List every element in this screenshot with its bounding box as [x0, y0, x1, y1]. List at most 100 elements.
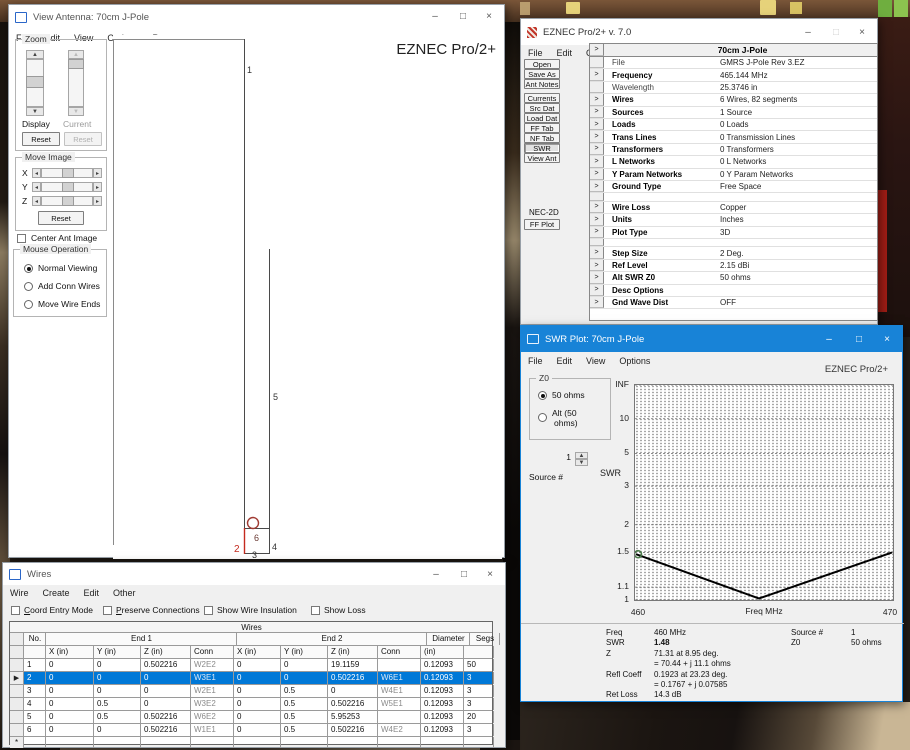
coord-cell[interactable]: 3: [464, 724, 494, 736]
row-selector[interactable]: [10, 724, 24, 736]
coord-cell[interactable]: 50: [464, 659, 494, 671]
conn-cell[interactable]: W2E2: [191, 659, 234, 671]
maximize-icon[interactable]: □: [450, 5, 476, 27]
expand-row-button[interactable]: >: [590, 227, 604, 238]
close-icon[interactable]: ×: [476, 5, 502, 27]
coord-cell[interactable]: 0.502216: [328, 724, 378, 736]
coord-cell[interactable]: 0: [281, 659, 328, 671]
conn-cell[interactable]: W4E1: [378, 685, 421, 697]
coord-cell[interactable]: 0: [234, 711, 281, 723]
coord-cell[interactable]: 0.12093: [421, 659, 464, 671]
conn-cell[interactable]: W5E1: [378, 698, 421, 710]
menu-item-edit[interactable]: Edit: [77, 586, 107, 600]
coord-cell[interactable]: 0.5: [94, 711, 141, 723]
model-table-row[interactable]: >Trans Lines0 Transmission Lines: [590, 131, 877, 143]
load-dat-button[interactable]: Load Dat: [524, 113, 560, 123]
wire-row-6[interactable]: 6000.502216W1E100.50.502216W4E20.120933: [10, 724, 492, 737]
menu-item-file[interactable]: File: [521, 46, 550, 60]
zoom-display-up-icon[interactable]: ▲: [26, 50, 44, 59]
expand-row-button[interactable]: >: [590, 94, 604, 105]
row-selector[interactable]: [10, 685, 24, 697]
zoom-current-up-icon[interactable]: ▲: [68, 50, 84, 59]
move-x-thumb[interactable]: [62, 168, 74, 178]
conn-cell[interactable]: W6E1: [378, 672, 421, 684]
conn-cell[interactable]: W3E1: [191, 672, 234, 684]
expand-row-button[interactable]: >: [590, 131, 604, 142]
mouse-op-radio-add-conn-wires[interactable]: [24, 282, 33, 291]
coord-cell[interactable]: 0: [141, 698, 191, 710]
checkbox-preserve-connections[interactable]: [103, 606, 112, 615]
coord-cell[interactable]: 20: [464, 711, 494, 723]
expand-row-button[interactable]: >: [590, 214, 604, 225]
conn-cell[interactable]: W2E1: [191, 685, 234, 697]
model-table-row[interactable]: >Plot Type3D: [590, 227, 877, 239]
coord-cell[interactable]: 0.5: [281, 724, 328, 736]
menu-item-edit[interactable]: Edit: [550, 354, 580, 368]
coord-cell[interactable]: 0: [46, 698, 94, 710]
coord-cell[interactable]: 0.5: [281, 685, 328, 697]
coord-cell[interactable]: 3: [464, 698, 494, 710]
model-table-row[interactable]: >Desc Options: [590, 285, 877, 297]
model-table-row[interactable]: FileGMRS J-Pole Rev 3.EZ: [590, 57, 877, 69]
close-icon[interactable]: ×: [874, 328, 900, 350]
wire-row-4[interactable]: 400.50W3E200.50.502216W5E10.120933: [10, 698, 492, 711]
coord-cell[interactable]: 0.5: [281, 711, 328, 723]
spinner-down-icon[interactable]: ▼: [575, 459, 588, 466]
model-table-row[interactable]: >Y Param Networks0 Y Param Networks: [590, 169, 877, 181]
checkbox-show-wire-insulation[interactable]: [204, 606, 213, 615]
expand-row-button[interactable]: >: [590, 260, 604, 271]
move-z-left-icon[interactable]: ◂: [32, 196, 41, 206]
nf-tab-button[interactable]: NF Tab: [524, 133, 560, 143]
move-y-left-icon[interactable]: ◂: [32, 182, 41, 192]
model-table-row[interactable]: >Wires6 Wires, 82 segments: [590, 94, 877, 106]
ff-plot-button[interactable]: FF Plot: [524, 219, 560, 230]
model-table-row[interactable]: >Wire LossCopper: [590, 202, 877, 214]
mouse-op-radio-normal-viewing[interactable]: [24, 264, 33, 273]
model-table-row[interactable]: >Step Size2 Deg.: [590, 247, 877, 259]
expand-row-button[interactable]: >: [590, 247, 604, 258]
coord-cell[interactable]: 0: [94, 659, 141, 671]
coord-cell[interactable]: 0.5: [94, 698, 141, 710]
src-dat-button[interactable]: Src Dat: [524, 103, 560, 113]
coord-cell[interactable]: 0: [234, 724, 281, 736]
coord-cell[interactable]: 19.1159: [328, 659, 378, 671]
coord-cell[interactable]: 0: [141, 685, 191, 697]
expand-row-button[interactable]: >: [590, 169, 604, 180]
zoom-display-slider-thumb[interactable]: [26, 76, 44, 88]
conn-cell[interactable]: [378, 711, 421, 723]
antenna-view-canvas[interactable]: EZNEC Pro/2+ 1 5 6 2 4 3: [113, 35, 502, 559]
zoom-display-down-icon[interactable]: ▼: [26, 107, 44, 116]
maximize-icon[interactable]: □: [451, 563, 477, 585]
zoom-current-slider-thumb[interactable]: [68, 59, 84, 69]
coord-cell[interactable]: 0.502216: [141, 711, 191, 723]
expand-row-button[interactable]: >: [590, 44, 604, 56]
menu-item-edit[interactable]: Edit: [550, 46, 580, 60]
expand-row-button[interactable]: >: [590, 156, 604, 167]
coord-cell[interactable]: 0: [234, 659, 281, 671]
model-table-row[interactable]: >UnitsInches: [590, 214, 877, 226]
minimize-icon[interactable]: –: [422, 5, 448, 27]
center-ant-image-checkbox[interactable]: [17, 234, 26, 243]
open-button[interactable]: Open: [524, 59, 560, 69]
model-table-row[interactable]: Wavelength25.3746 in: [590, 82, 877, 94]
z0-50ohms-radio[interactable]: [538, 391, 547, 400]
zoom-current-reset-button[interactable]: Reset: [64, 132, 102, 146]
spinner-up-icon[interactable]: ▲: [575, 452, 588, 459]
swr-titlebar[interactable]: SWR Plot: 70cm J-Pole: [521, 326, 902, 352]
ff-tab-button[interactable]: FF Tab: [524, 123, 560, 133]
menu-item-create[interactable]: Create: [36, 586, 77, 600]
row-selector[interactable]: [10, 698, 24, 710]
coord-cell[interactable]: 0: [46, 711, 94, 723]
expand-row-button[interactable]: >: [590, 119, 604, 130]
view-ant-button[interactable]: View Ant: [524, 153, 560, 163]
zoom-display-reset-button[interactable]: Reset: [22, 132, 60, 146]
coord-cell[interactable]: 0: [94, 685, 141, 697]
coord-cell[interactable]: 0.12093: [421, 724, 464, 736]
expand-row-button[interactable]: >: [590, 297, 604, 308]
coord-cell[interactable]: 0.12093: [421, 685, 464, 697]
minimize-icon[interactable]: –: [795, 21, 821, 43]
checkbox-show-loss[interactable]: [311, 606, 320, 615]
currents-button[interactable]: Currents: [524, 93, 560, 103]
coord-cell[interactable]: 0.502216: [141, 724, 191, 736]
menu-item-file[interactable]: File: [521, 354, 550, 368]
